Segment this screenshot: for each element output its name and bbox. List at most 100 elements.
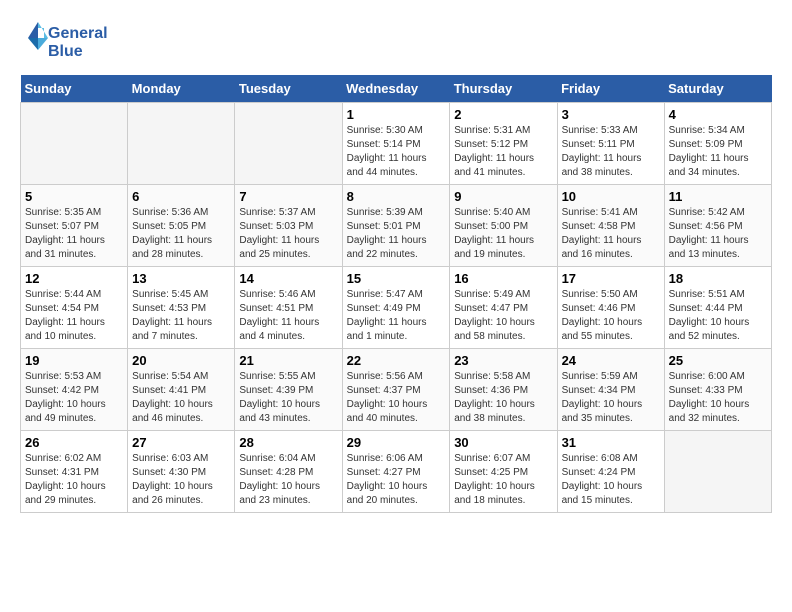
day-number: 12 (25, 271, 123, 286)
day-number: 24 (562, 353, 660, 368)
day-cell: 29 Sunrise: 6:06 AM Sunset: 4:27 PM Dayli… (342, 431, 450, 513)
day-number: 26 (25, 435, 123, 450)
day-info: Sunrise: 5:41 AM Sunset: 4:58 PM Dayligh… (562, 206, 660, 262)
day-info: Sunrise: 5:53 AM Sunset: 4:42 PM Dayligh… (25, 370, 123, 426)
day-info: Sunrise: 5:45 AM Sunset: 4:53 PM Dayligh… (132, 288, 230, 344)
day-cell: 24 Sunrise: 5:59 AM Sunset: 4:34 PM Dayli… (557, 349, 664, 431)
day-info: Sunrise: 5:39 AM Sunset: 5:01 PM Dayligh… (347, 206, 446, 262)
day-cell (664, 431, 771, 513)
day-info: Sunrise: 5:33 AM Sunset: 5:11 PM Dayligh… (562, 124, 660, 180)
day-info: Sunrise: 5:36 AM Sunset: 5:05 PM Dayligh… (132, 206, 230, 262)
day-info: Sunrise: 5:40 AM Sunset: 5:00 PM Dayligh… (454, 206, 552, 262)
day-number: 19 (25, 353, 123, 368)
calendar-table: SundayMondayTuesdayWednesdayThursdayFrid… (20, 75, 772, 513)
day-cell: 15 Sunrise: 5:47 AM Sunset: 4:49 PM Dayli… (342, 267, 450, 349)
logo-svg: General Blue (20, 20, 110, 65)
day-info: Sunrise: 5:35 AM Sunset: 5:07 PM Dayligh… (25, 206, 123, 262)
day-cell: 26 Sunrise: 6:02 AM Sunset: 4:31 PM Dayli… (21, 431, 128, 513)
day-cell: 2 Sunrise: 5:31 AM Sunset: 5:12 PM Daylig… (450, 103, 557, 185)
day-number: 17 (562, 271, 660, 286)
day-info: Sunrise: 5:30 AM Sunset: 5:14 PM Dayligh… (347, 124, 446, 180)
day-number: 13 (132, 271, 230, 286)
day-info: Sunrise: 5:55 AM Sunset: 4:39 PM Dayligh… (239, 370, 337, 426)
svg-text:Blue: Blue (48, 43, 83, 60)
day-cell: 8Sunrise: 5:39 AM Sunset: 5:01 PM Daylig… (342, 185, 450, 267)
day-cell: 18 Sunrise: 5:51 AM Sunset: 4:44 PM Dayli… (664, 267, 771, 349)
day-number: 18 (669, 271, 767, 286)
day-cell: 21 Sunrise: 5:55 AM Sunset: 4:39 PM Dayli… (235, 349, 342, 431)
day-info: Sunrise: 6:08 AM Sunset: 4:24 PM Dayligh… (562, 452, 660, 508)
day-cell: 5 Sunrise: 5:35 AM Sunset: 5:07 PM Daylig… (21, 185, 128, 267)
day-number: 16 (454, 271, 552, 286)
page-header: General Blue (20, 20, 772, 65)
day-info: Sunrise: 5:56 AM Sunset: 4:37 PM Dayligh… (347, 370, 446, 426)
header-cell-friday: Friday (557, 75, 664, 103)
day-number: 27 (132, 435, 230, 450)
day-number: 2 (454, 107, 552, 122)
day-info: Sunrise: 6:00 AM Sunset: 4:33 PM Dayligh… (669, 370, 767, 426)
header-row: SundayMondayTuesdayWednesdayThursdayFrid… (21, 75, 772, 103)
day-cell: 30 Sunrise: 6:07 AM Sunset: 4:25 PM Dayli… (450, 431, 557, 513)
day-info: Sunrise: 5:46 AM Sunset: 4:51 PM Dayligh… (239, 288, 337, 344)
day-number: 29 (347, 435, 446, 450)
day-info: Sunrise: 5:49 AM Sunset: 4:47 PM Dayligh… (454, 288, 552, 344)
day-number: 1 (347, 107, 446, 122)
day-cell: 27 Sunrise: 6:03 AM Sunset: 4:30 PM Dayli… (128, 431, 235, 513)
day-info: Sunrise: 6:02 AM Sunset: 4:31 PM Dayligh… (25, 452, 123, 508)
day-cell: 1 Sunrise: 5:30 AM Sunset: 5:14 PM Daylig… (342, 103, 450, 185)
header-cell-sunday: Sunday (21, 75, 128, 103)
day-number: 6 (132, 189, 230, 204)
day-info: Sunrise: 5:54 AM Sunset: 4:41 PM Dayligh… (132, 370, 230, 426)
day-number: 30 (454, 435, 552, 450)
header-cell-monday: Monday (128, 75, 235, 103)
week-row-1: 1 Sunrise: 5:30 AM Sunset: 5:14 PM Daylig… (21, 103, 772, 185)
day-info: Sunrise: 6:03 AM Sunset: 4:30 PM Dayligh… (132, 452, 230, 508)
day-cell: 10 Sunrise: 5:41 AM Sunset: 4:58 PM Dayli… (557, 185, 664, 267)
day-cell: 20Sunrise: 5:54 AM Sunset: 4:41 PM Dayli… (128, 349, 235, 431)
day-info: Sunrise: 5:47 AM Sunset: 4:49 PM Dayligh… (347, 288, 446, 344)
day-info: Sunrise: 5:59 AM Sunset: 4:34 PM Dayligh… (562, 370, 660, 426)
day-cell: 23 Sunrise: 5:58 AM Sunset: 4:36 PM Dayli… (450, 349, 557, 431)
week-row-4: 19 Sunrise: 5:53 AM Sunset: 4:42 PM Dayli… (21, 349, 772, 431)
day-number: 15 (347, 271, 446, 286)
day-cell: 19 Sunrise: 5:53 AM Sunset: 4:42 PM Dayli… (21, 349, 128, 431)
day-info: Sunrise: 6:04 AM Sunset: 4:28 PM Dayligh… (239, 452, 337, 508)
day-info: Sunrise: 5:51 AM Sunset: 4:44 PM Dayligh… (669, 288, 767, 344)
day-cell: 13 Sunrise: 5:45 AM Sunset: 4:53 PM Dayli… (128, 267, 235, 349)
day-info: Sunrise: 5:31 AM Sunset: 5:12 PM Dayligh… (454, 124, 552, 180)
day-info: Sunrise: 6:06 AM Sunset: 4:27 PM Dayligh… (347, 452, 446, 508)
header-cell-tuesday: Tuesday (235, 75, 342, 103)
day-cell: 22 Sunrise: 5:56 AM Sunset: 4:37 PM Dayli… (342, 349, 450, 431)
day-cell: 6 Sunrise: 5:36 AM Sunset: 5:05 PM Daylig… (128, 185, 235, 267)
day-cell (128, 103, 235, 185)
day-cell: 17Sunrise: 5:50 AM Sunset: 4:46 PM Dayli… (557, 267, 664, 349)
day-number: 10 (562, 189, 660, 204)
day-number: 11 (669, 189, 767, 204)
week-row-3: 12Sunrise: 5:44 AM Sunset: 4:54 PM Dayli… (21, 267, 772, 349)
day-number: 25 (669, 353, 767, 368)
day-info: Sunrise: 6:07 AM Sunset: 4:25 PM Dayligh… (454, 452, 552, 508)
day-number: 22 (347, 353, 446, 368)
day-number: 23 (454, 353, 552, 368)
day-cell: 11 Sunrise: 5:42 AM Sunset: 4:56 PM Dayli… (664, 185, 771, 267)
day-cell: 4 Sunrise: 5:34 AM Sunset: 5:09 PM Daylig… (664, 103, 771, 185)
day-cell (21, 103, 128, 185)
day-info: Sunrise: 5:42 AM Sunset: 4:56 PM Dayligh… (669, 206, 767, 262)
day-cell: 14 Sunrise: 5:46 AM Sunset: 4:51 PM Dayli… (235, 267, 342, 349)
day-info: Sunrise: 5:34 AM Sunset: 5:09 PM Dayligh… (669, 124, 767, 180)
day-number: 7 (239, 189, 337, 204)
week-row-2: 5 Sunrise: 5:35 AM Sunset: 5:07 PM Daylig… (21, 185, 772, 267)
week-row-5: 26 Sunrise: 6:02 AM Sunset: 4:31 PM Dayli… (21, 431, 772, 513)
day-cell: 31Sunrise: 6:08 AM Sunset: 4:24 PM Dayli… (557, 431, 664, 513)
day-number: 5 (25, 189, 123, 204)
day-number: 21 (239, 353, 337, 368)
day-cell: 3Sunrise: 5:33 AM Sunset: 5:11 PM Daylig… (557, 103, 664, 185)
day-cell: 25 Sunrise: 6:00 AM Sunset: 4:33 PM Dayli… (664, 349, 771, 431)
day-cell: 12Sunrise: 5:44 AM Sunset: 4:54 PM Dayli… (21, 267, 128, 349)
day-number: 9 (454, 189, 552, 204)
day-cell (235, 103, 342, 185)
day-number: 4 (669, 107, 767, 122)
day-info: Sunrise: 5:58 AM Sunset: 4:36 PM Dayligh… (454, 370, 552, 426)
day-number: 14 (239, 271, 337, 286)
day-info: Sunrise: 5:37 AM Sunset: 5:03 PM Dayligh… (239, 206, 337, 262)
